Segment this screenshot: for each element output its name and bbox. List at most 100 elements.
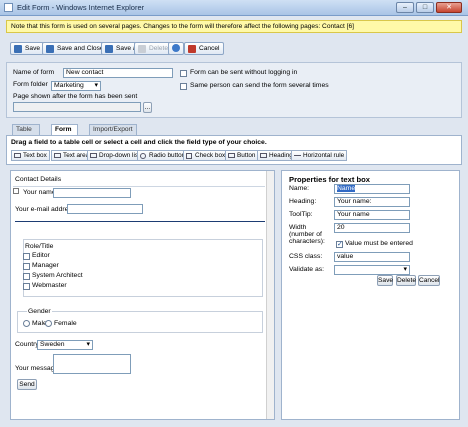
field-dropdown-button[interactable]: Drop-down list xyxy=(87,150,143,161)
floppy-icon xyxy=(14,45,22,53)
help-button[interactable] xyxy=(168,42,184,55)
several-times-checkbox[interactable] xyxy=(180,83,187,90)
role-title-label: Role/Title xyxy=(25,243,54,250)
form-settings-panel: Name of form New contact Form folder Mar… xyxy=(6,62,462,118)
contact-details-heading: Contact Details xyxy=(15,176,62,183)
no-login-checkbox[interactable] xyxy=(180,70,187,77)
floppy-icon xyxy=(46,45,54,53)
properties-title: Properties for text box xyxy=(289,175,371,184)
save-label: Save xyxy=(25,45,41,52)
horizontal-rule-icon xyxy=(294,155,301,156)
gender-option-label: Female xyxy=(54,320,77,327)
role-label: System Architect xyxy=(32,272,83,279)
role-label: Editor xyxy=(32,252,50,259)
role-webmaster-checkbox[interactable] xyxy=(23,283,30,290)
textarea-icon xyxy=(54,153,61,158)
role-editor-checkbox[interactable] xyxy=(23,253,30,260)
delete-icon xyxy=(138,45,146,53)
form-name-label: Name of form xyxy=(13,69,55,76)
field-textbox-button[interactable]: Text box xyxy=(11,150,50,161)
country-select[interactable]: Sweden xyxy=(37,340,93,350)
field-label: Check box xyxy=(195,152,226,159)
must-enter-checkbox[interactable] xyxy=(336,240,343,248)
send-button[interactable]: Send xyxy=(17,379,37,390)
minimize-button[interactable]: – xyxy=(396,2,414,13)
field-button-button[interactable]: Button xyxy=(225,150,259,161)
floppy-icon xyxy=(105,45,113,53)
save-and-close-button[interactable]: Save and Close xyxy=(42,42,108,55)
help-icon xyxy=(172,44,180,52)
gender-male-radio[interactable] xyxy=(23,320,30,327)
field-label: Button xyxy=(237,152,256,159)
textbox-icon xyxy=(14,153,21,158)
prop-name-input[interactable]: Name xyxy=(334,184,410,194)
divider xyxy=(13,186,265,187)
prop-validate-select[interactable] xyxy=(334,265,410,275)
role-architect-checkbox[interactable] xyxy=(23,273,30,280)
prop-css-label: CSS class: xyxy=(289,253,323,260)
prop-name-label: Name: xyxy=(289,185,310,192)
browse-page-button[interactable]: ... xyxy=(143,102,152,113)
form-folder-label: Form folder xyxy=(13,81,48,88)
message-textarea[interactable] xyxy=(53,354,131,374)
field-label: Radio button xyxy=(149,152,186,159)
prop-heading-label: Heading: xyxy=(289,198,317,205)
tab-import-export[interactable]: Import/Export xyxy=(89,124,137,135)
prop-delete-button[interactable]: Delete xyxy=(396,275,416,286)
role-label: Webmaster xyxy=(32,282,67,289)
role-manager-checkbox[interactable] xyxy=(23,263,30,270)
several-times-label: Same person can send the form several ti… xyxy=(190,82,329,89)
prop-width-input[interactable]: 20 xyxy=(334,223,410,233)
field-checkbox-button[interactable]: Check box xyxy=(183,150,229,161)
form-name-input[interactable]: New contact xyxy=(63,68,173,78)
save-close-label: Save and Close xyxy=(57,45,104,52)
toolbar: Save Save and Close Save as ... Delete C… xyxy=(6,40,462,58)
prop-name-value: Name xyxy=(337,185,356,192)
prop-heading-input[interactable]: Your name: xyxy=(334,197,410,207)
tab-table-layout[interactable]: Table Layout xyxy=(12,124,40,143)
heading-icon xyxy=(260,153,267,158)
scrollbar[interactable] xyxy=(266,171,274,419)
role-label: Manager xyxy=(32,262,59,269)
no-login-label: Form can be sent without logging in xyxy=(190,69,298,76)
must-enter-label: Value must be entered xyxy=(345,240,413,247)
field-heading-button[interactable]: Heading xyxy=(257,150,296,161)
cancel-icon xyxy=(188,45,196,53)
field-label: Horizontal rule xyxy=(303,152,345,159)
checkbox-icon xyxy=(186,153,192,159)
prop-width-label: Width (number of characters): xyxy=(289,224,325,245)
gender-label: Gender xyxy=(27,308,52,315)
form-preview: Contact Details Your name: Your e-mail a… xyxy=(10,170,275,420)
field-label: Text box xyxy=(23,152,47,159)
title-bar: Edit Form - Windows Internet Explorer – … xyxy=(0,0,468,16)
properties-panel: Properties for text box Name: Name Headi… xyxy=(281,170,460,420)
delete-button[interactable]: Delete xyxy=(134,42,173,55)
cell-select-icon[interactable] xyxy=(13,188,19,194)
field-radio-button[interactable]: Radio button xyxy=(137,150,189,161)
country-label: Country xyxy=(15,341,39,348)
prop-save-button[interactable]: Save xyxy=(377,275,393,286)
maximize-button[interactable]: □ xyxy=(416,2,434,13)
drag-instruction: Drag a field to a table cell or select a… xyxy=(11,139,267,146)
close-button[interactable]: ✕ xyxy=(436,2,462,13)
your-name-input[interactable] xyxy=(53,188,131,198)
ie-icon xyxy=(4,3,13,12)
dropdown-icon xyxy=(90,153,97,158)
button-icon xyxy=(228,153,235,158)
save-button[interactable]: Save xyxy=(10,42,45,55)
cancel-label: Cancel xyxy=(199,45,220,52)
page-after-input[interactable] xyxy=(13,102,141,112)
prop-tooltip-label: ToolTip: xyxy=(289,211,313,218)
radio-icon xyxy=(140,153,146,159)
prop-tooltip-input[interactable]: Your name xyxy=(334,210,410,220)
prop-css-input[interactable]: value xyxy=(334,252,410,262)
prop-cancel-button[interactable]: Cancel xyxy=(418,275,440,286)
gender-female-radio[interactable] xyxy=(45,320,52,327)
cancel-button[interactable]: Cancel xyxy=(184,42,224,55)
horizontal-rule xyxy=(15,221,265,222)
form-folder-select[interactable]: Marketing xyxy=(51,81,101,91)
field-hr-button[interactable]: Horizontal rule xyxy=(291,150,348,161)
email-input[interactable] xyxy=(67,204,143,214)
prop-validate-label: Validate as: xyxy=(289,266,325,273)
shared-form-note: Note that this form is used on several p… xyxy=(6,20,462,33)
